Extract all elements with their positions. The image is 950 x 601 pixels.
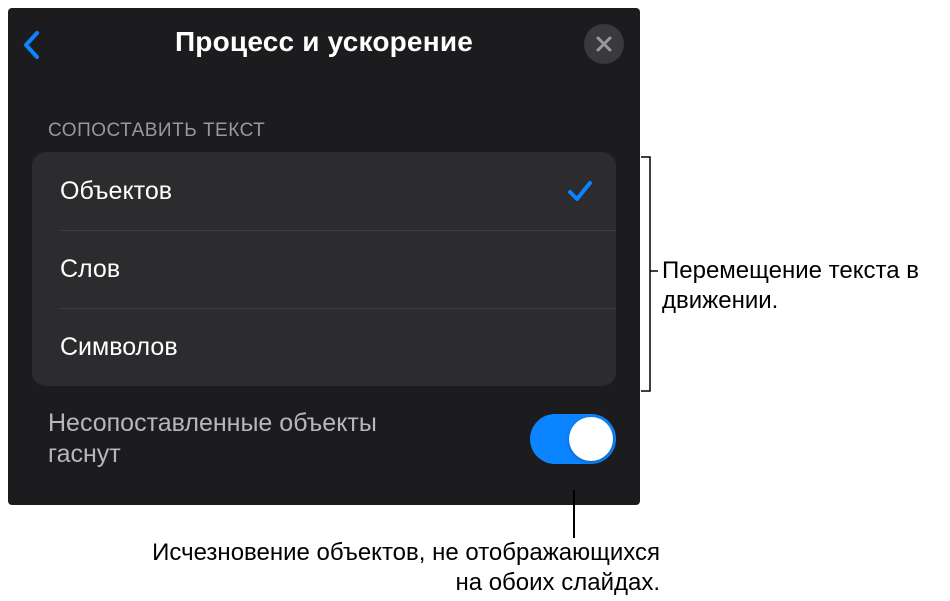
close-icon [595, 35, 613, 53]
unmatched-fade-row: Несопоставленные объекты гаснут [48, 408, 616, 471]
option-characters[interactable]: Символов [32, 308, 616, 386]
match-text-list: Объектов Слов Символов [32, 152, 616, 386]
chevron-left-icon [22, 30, 42, 60]
back-button[interactable] [22, 30, 44, 60]
settings-panel: Процесс и ускорение Сопоставить текст Об… [8, 8, 640, 505]
option-label: Слов [60, 255, 120, 284]
checkmark-icon [566, 177, 594, 205]
callout-fade-description: Исчезновение объектов, не отображающихся… [140, 538, 660, 598]
panel-header: Процесс и ускорение [8, 8, 640, 76]
close-button[interactable] [584, 24, 624, 64]
option-objects[interactable]: Объектов [32, 152, 616, 230]
section-header-match-text: Сопоставить текст [48, 120, 640, 142]
unmatched-fade-label: Несопоставленные объекты гаснут [48, 408, 428, 471]
option-label: Объектов [60, 177, 172, 206]
unmatched-fade-toggle[interactable] [530, 414, 616, 464]
option-label: Символов [60, 333, 178, 362]
callout-bracket [640, 156, 658, 392]
callout-text-motion: Перемещение текста в движении. [662, 256, 950, 316]
panel-title: Процесс и ускорение [175, 26, 473, 58]
toggle-knob [569, 417, 613, 461]
option-words[interactable]: Слов [32, 230, 616, 308]
